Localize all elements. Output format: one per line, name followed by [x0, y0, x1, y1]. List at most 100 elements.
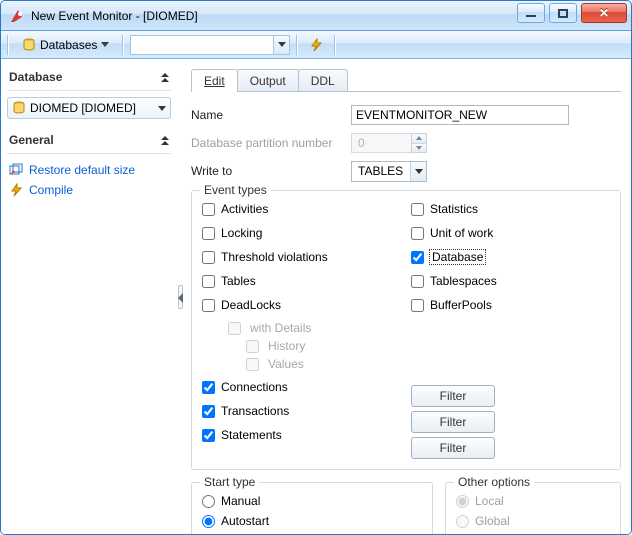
- sidebar-database-title: Database: [9, 70, 62, 84]
- write-to-value: TABLES: [352, 162, 410, 181]
- main-toolbar: Databases: [1, 31, 631, 59]
- lightning-icon: [309, 38, 323, 52]
- chk-bufferpools[interactable]: [411, 299, 424, 312]
- compile-link[interactable]: Compile: [29, 183, 73, 197]
- chk-statistics[interactable]: [411, 203, 424, 216]
- radio-autostart[interactable]: [202, 515, 215, 528]
- lbl-statistics: Statistics: [430, 202, 478, 216]
- sidebar-item-compile[interactable]: Compile: [7, 180, 171, 200]
- toolbar-separator: [334, 35, 336, 55]
- chk-database[interactable]: [411, 251, 424, 264]
- lbl-deadlocks: DeadLocks: [221, 298, 281, 312]
- toolbar-separator: [296, 35, 298, 55]
- maximize-button[interactable]: [549, 3, 577, 23]
- other-options-legend: Other options: [454, 475, 534, 489]
- lbl-bufferpools: BufferPools: [430, 298, 492, 312]
- radio-global: [456, 515, 469, 528]
- toolbar-separator: [122, 35, 124, 55]
- tab-output[interactable]: Output: [237, 69, 299, 91]
- lbl-threshold: Threshold violations: [221, 250, 328, 264]
- start-type-group: Start type Manual Autostart: [191, 482, 433, 534]
- title-bar: New Event Monitor - [DIOMED] ✕: [1, 1, 631, 31]
- database-icon: [22, 38, 36, 52]
- lbl-autostart: Autostart: [221, 514, 269, 528]
- event-types-group: Event types Activities Locking Threshold…: [191, 190, 621, 470]
- event-types-legend: Event types: [200, 183, 271, 197]
- chevron-down-icon: [415, 169, 423, 174]
- start-type-legend: Start type: [200, 475, 259, 489]
- lbl-transactions: Transactions: [221, 404, 289, 418]
- lbl-locking: Locking: [221, 226, 262, 240]
- restore-size-icon: [9, 163, 23, 177]
- chk-with-details: [228, 322, 241, 335]
- compile-toolbar-button[interactable]: [304, 34, 328, 56]
- lbl-local: Local: [475, 494, 504, 508]
- chk-unit-of-work[interactable]: [411, 227, 424, 240]
- lbl-database: Database: [430, 250, 485, 264]
- chk-locking[interactable]: [202, 227, 215, 240]
- toolbar-combo[interactable]: [130, 35, 290, 55]
- chevron-down-icon: [101, 42, 109, 47]
- tab-ddl[interactable]: DDL: [298, 69, 348, 91]
- write-to-select[interactable]: TABLES: [351, 161, 427, 182]
- lbl-with-details: with Details: [250, 321, 311, 335]
- tab-strip: Edit Output DDL: [191, 68, 621, 92]
- partition-spin-up: [412, 134, 426, 144]
- lbl-unit-of-work: Unit of work: [430, 226, 493, 240]
- lbl-tables: Tables: [221, 274, 256, 288]
- chk-deadlocks[interactable]: [202, 299, 215, 312]
- partition-input: [351, 133, 411, 153]
- filter-transactions-button[interactable]: Filter: [411, 411, 495, 433]
- lbl-global: Global: [475, 514, 510, 528]
- toolbar-combo-dropdown[interactable]: [273, 36, 289, 54]
- chk-tablespaces[interactable]: [411, 275, 424, 288]
- restore-default-size-link[interactable]: Restore default size: [29, 163, 135, 177]
- close-button[interactable]: ✕: [581, 3, 627, 23]
- lbl-connections: Connections: [221, 380, 288, 394]
- lbl-history: History: [268, 339, 305, 353]
- lightning-icon: [9, 183, 23, 197]
- database-icon: [12, 101, 26, 115]
- label-name: Name: [191, 108, 351, 122]
- lbl-manual: Manual: [221, 494, 260, 508]
- left-sidebar: Database DIOMED [DIOMED] General: [1, 60, 177, 534]
- database-selector-value: DIOMED [DIOMED]: [30, 101, 136, 115]
- app-window: New Event Monitor - [DIOMED] ✕ Databases: [0, 0, 632, 535]
- chk-values: [246, 358, 259, 371]
- chevron-down-icon: [278, 42, 286, 47]
- radio-local: [456, 495, 469, 508]
- lbl-values: Values: [268, 357, 304, 371]
- name-input[interactable]: [351, 105, 569, 125]
- chk-connections[interactable]: [202, 381, 215, 394]
- lbl-statements: Statements: [221, 428, 282, 442]
- chevron-down-icon: [158, 106, 166, 111]
- filter-statements-button[interactable]: Filter: [411, 437, 495, 459]
- sidebar-general-title: General: [9, 133, 54, 147]
- databases-dropdown-button[interactable]: Databases: [15, 34, 116, 56]
- chk-history: [246, 340, 259, 353]
- collapse-icon: [161, 136, 169, 145]
- sidebar-section-database-header[interactable]: Database: [7, 66, 171, 91]
- database-selector[interactable]: DIOMED [DIOMED]: [7, 97, 171, 119]
- chk-activities[interactable]: [202, 203, 215, 216]
- minimize-button[interactable]: [517, 3, 545, 23]
- partition-spinner: [351, 133, 427, 153]
- filter-connections-button[interactable]: Filter: [411, 385, 495, 407]
- chk-threshold[interactable]: [202, 251, 215, 264]
- chk-tables[interactable]: [202, 275, 215, 288]
- radio-manual[interactable]: [202, 495, 215, 508]
- chk-statements[interactable]: [202, 429, 215, 442]
- collapse-icon: [161, 73, 169, 82]
- lbl-tablespaces: Tablespaces: [430, 274, 497, 288]
- client-area: Database DIOMED [DIOMED] General: [1, 59, 631, 534]
- main-panel: Edit Output DDL Name Database partition …: [183, 60, 631, 534]
- lbl-activities: Activities: [221, 202, 268, 216]
- partition-spin-down: [412, 144, 426, 153]
- databases-label: Databases: [40, 38, 97, 52]
- sidebar-section-general-header[interactable]: General: [7, 129, 171, 154]
- toolbar-separator: [7, 35, 9, 55]
- chk-transactions[interactable]: [202, 405, 215, 418]
- tab-edit[interactable]: Edit: [191, 69, 238, 92]
- label-partition: Database partition number: [191, 136, 351, 150]
- sidebar-item-restore[interactable]: Restore default size: [7, 160, 171, 180]
